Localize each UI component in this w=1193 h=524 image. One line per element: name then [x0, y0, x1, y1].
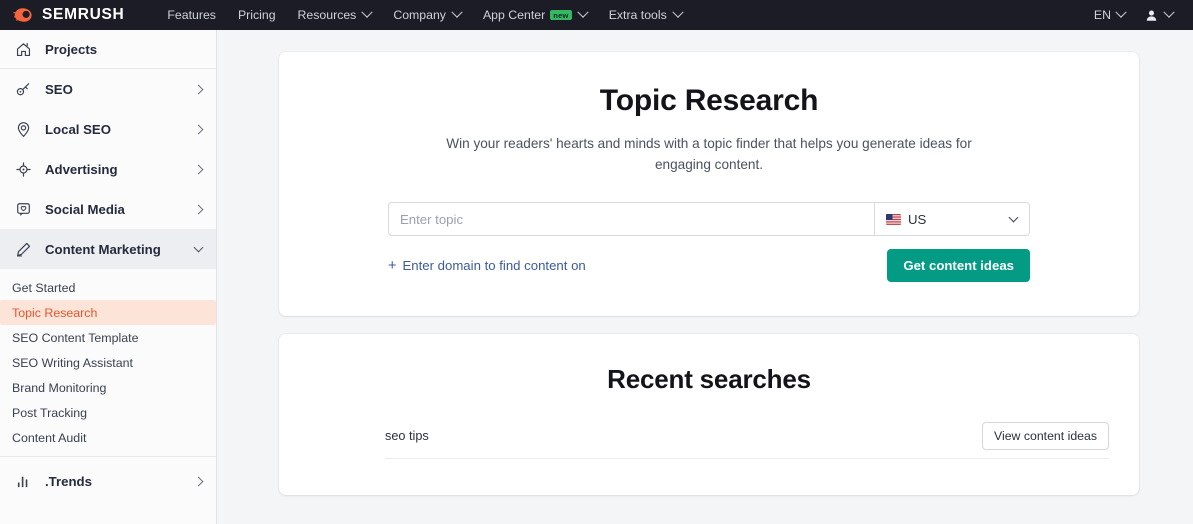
page-subtitle: Win your readers' hearts and minds with …	[446, 136, 972, 172]
country-label: US	[908, 211, 927, 227]
speech-bubble-heart-icon	[12, 199, 34, 219]
sidebar-item-projects[interactable]: Projects	[0, 30, 216, 68]
view-content-ideas-button[interactable]: View content ideas	[982, 421, 1109, 450]
nav-item-label: Pricing	[237, 8, 276, 22]
sidebar-subitem-seo-content-template[interactable]: SEO Content Template	[0, 325, 216, 350]
sidebar-item-advertising[interactable]: Advertising	[0, 149, 216, 189]
sidebar-item-social-media[interactable]: Social Media	[0, 189, 216, 229]
sidebar-item-seo[interactable]: SEO	[0, 69, 216, 109]
sidebar-item-label: SEO	[45, 81, 73, 97]
recent-search-term: seo tips	[385, 428, 429, 443]
language-selector[interactable]: EN	[1086, 6, 1133, 22]
us-flag-icon	[886, 213, 901, 225]
recent-searches-list: seo tips View content ideas	[385, 421, 1109, 460]
sidebar-item-label: Social Media	[45, 201, 125, 217]
sidebar-item-content-marketing[interactable]: Content Marketing	[0, 229, 216, 269]
enter-domain-link[interactable]: + Enter domain to find content on	[388, 258, 586, 273]
topic-search-form: US + Enter domain to find content on Get…	[388, 202, 1030, 283]
chevron-right-icon	[193, 164, 204, 174]
chevron-right-icon	[193, 204, 204, 214]
nav-item-label: Features	[167, 8, 216, 22]
magnifier-key-icon	[12, 79, 34, 99]
search-input-row: US	[388, 202, 1030, 237]
chevron-right-icon	[193, 476, 204, 486]
topic-input[interactable]	[389, 203, 874, 236]
app-shell: Projects SEO Local SEO Advertising Socia…	[0, 30, 1193, 524]
chevron-down-icon	[1163, 6, 1175, 18]
sidebar-subitem-content-audit[interactable]: Content Audit	[0, 425, 216, 450]
chevron-down-icon	[1115, 6, 1127, 18]
sidebar-divider	[0, 456, 216, 457]
sidebar: Projects SEO Local SEO Advertising Socia…	[0, 30, 217, 524]
chevron-down-icon	[672, 6, 684, 18]
nav-item-pricing[interactable]: Pricing	[227, 0, 287, 30]
sidebar-subitem-label: Get Started	[12, 280, 76, 295]
home-icon	[12, 39, 34, 59]
sidebar-subitem-seo-writing-assistant[interactable]: SEO Writing Assistant	[0, 350, 216, 375]
user-menu[interactable]	[1137, 6, 1181, 22]
semrush-wordmark: SEMRUSH	[42, 6, 125, 23]
sidebar-item-local-seo[interactable]: Local SEO	[0, 109, 216, 149]
pencil-icon	[12, 239, 34, 259]
sidebar-item-trends[interactable]: .Trends	[0, 461, 216, 501]
user-avatar-icon	[1146, 10, 1157, 21]
bar-chart-icon	[12, 471, 34, 491]
sidebar-subitem-label: Post Tracking	[12, 405, 88, 420]
chevron-down-icon	[193, 242, 204, 252]
sidebar-subitem-get-started[interactable]: Get Started	[0, 275, 216, 300]
sidebar-item-label: Projects	[45, 41, 98, 57]
top-nav-right-cluster: EN	[1086, 0, 1181, 30]
chevron-right-icon	[193, 84, 204, 94]
chevron-down-icon	[361, 6, 373, 18]
top-nav-links: Features Pricing Resources Company App C…	[156, 0, 692, 30]
sidebar-item-label: Content Marketing	[45, 241, 161, 257]
plus-icon: +	[388, 257, 397, 274]
country-select[interactable]: US	[874, 203, 1029, 236]
nav-item-label: Company	[393, 8, 446, 22]
chevron-right-icon	[193, 124, 204, 134]
content-marketing-submenu: Get Started Topic Research SEO Content T…	[0, 269, 216, 456]
top-navigation-bar: SEMRUSH Features Pricing Resources Compa…	[0, 0, 1193, 30]
nav-item-features[interactable]: Features	[156, 0, 227, 30]
chevron-down-icon	[1008, 212, 1019, 223]
sidebar-subitem-label: Content Audit	[12, 430, 87, 445]
language-label: EN	[1093, 8, 1111, 22]
target-crosshair-icon	[12, 159, 34, 179]
sidebar-subitem-post-tracking[interactable]: Post Tracking	[0, 400, 216, 425]
recent-searches-title: Recent searches	[607, 364, 811, 395]
nav-item-label: Extra tools	[608, 8, 667, 22]
new-badge: new	[550, 10, 572, 20]
semrush-logo[interactable]: SEMRUSH	[13, 6, 124, 24]
sidebar-subitem-label: Topic Research	[12, 305, 98, 320]
nav-item-label: App Center	[482, 8, 546, 22]
semrush-comet-logo-icon	[13, 8, 32, 22]
sidebar-item-label: Advertising	[45, 161, 118, 177]
nav-item-label: Resources	[297, 8, 357, 22]
chevron-down-icon	[577, 6, 589, 18]
nav-item-company[interactable]: Company	[382, 0, 472, 30]
chevron-down-icon	[451, 6, 463, 18]
sidebar-subitem-brand-monitoring[interactable]: Brand Monitoring	[0, 375, 216, 400]
main-content: Topic Research Win your readers' hearts …	[217, 30, 1193, 524]
form-actions-row: + Enter domain to find content on Get co…	[388, 249, 1030, 283]
get-content-ideas-button[interactable]: Get content ideas	[887, 249, 1030, 283]
sidebar-subitem-label: SEO Content Template	[12, 330, 139, 345]
sidebar-item-label: .Trends	[45, 473, 92, 489]
page-title: Topic Research	[599, 84, 819, 117]
list-item[interactable]: seo tips View content ideas	[385, 421, 1109, 460]
sidebar-subitem-label: SEO Writing Assistant	[12, 355, 133, 370]
enter-domain-link-label: Enter domain to find content on	[402, 258, 586, 274]
recent-searches-card: Recent searches seo tips View content id…	[279, 334, 1139, 496]
nav-item-extra-tools[interactable]: Extra tools	[598, 0, 693, 30]
map-pin-icon	[12, 119, 34, 139]
nav-item-app-center[interactable]: App Center new	[472, 0, 598, 30]
sidebar-subitem-label: Brand Monitoring	[12, 380, 107, 395]
sidebar-subitem-topic-research[interactable]: Topic Research	[0, 300, 216, 325]
sidebar-item-label: Local SEO	[45, 121, 111, 137]
nav-item-resources[interactable]: Resources	[287, 0, 383, 30]
topic-research-card: Topic Research Win your readers' hearts …	[279, 52, 1139, 317]
